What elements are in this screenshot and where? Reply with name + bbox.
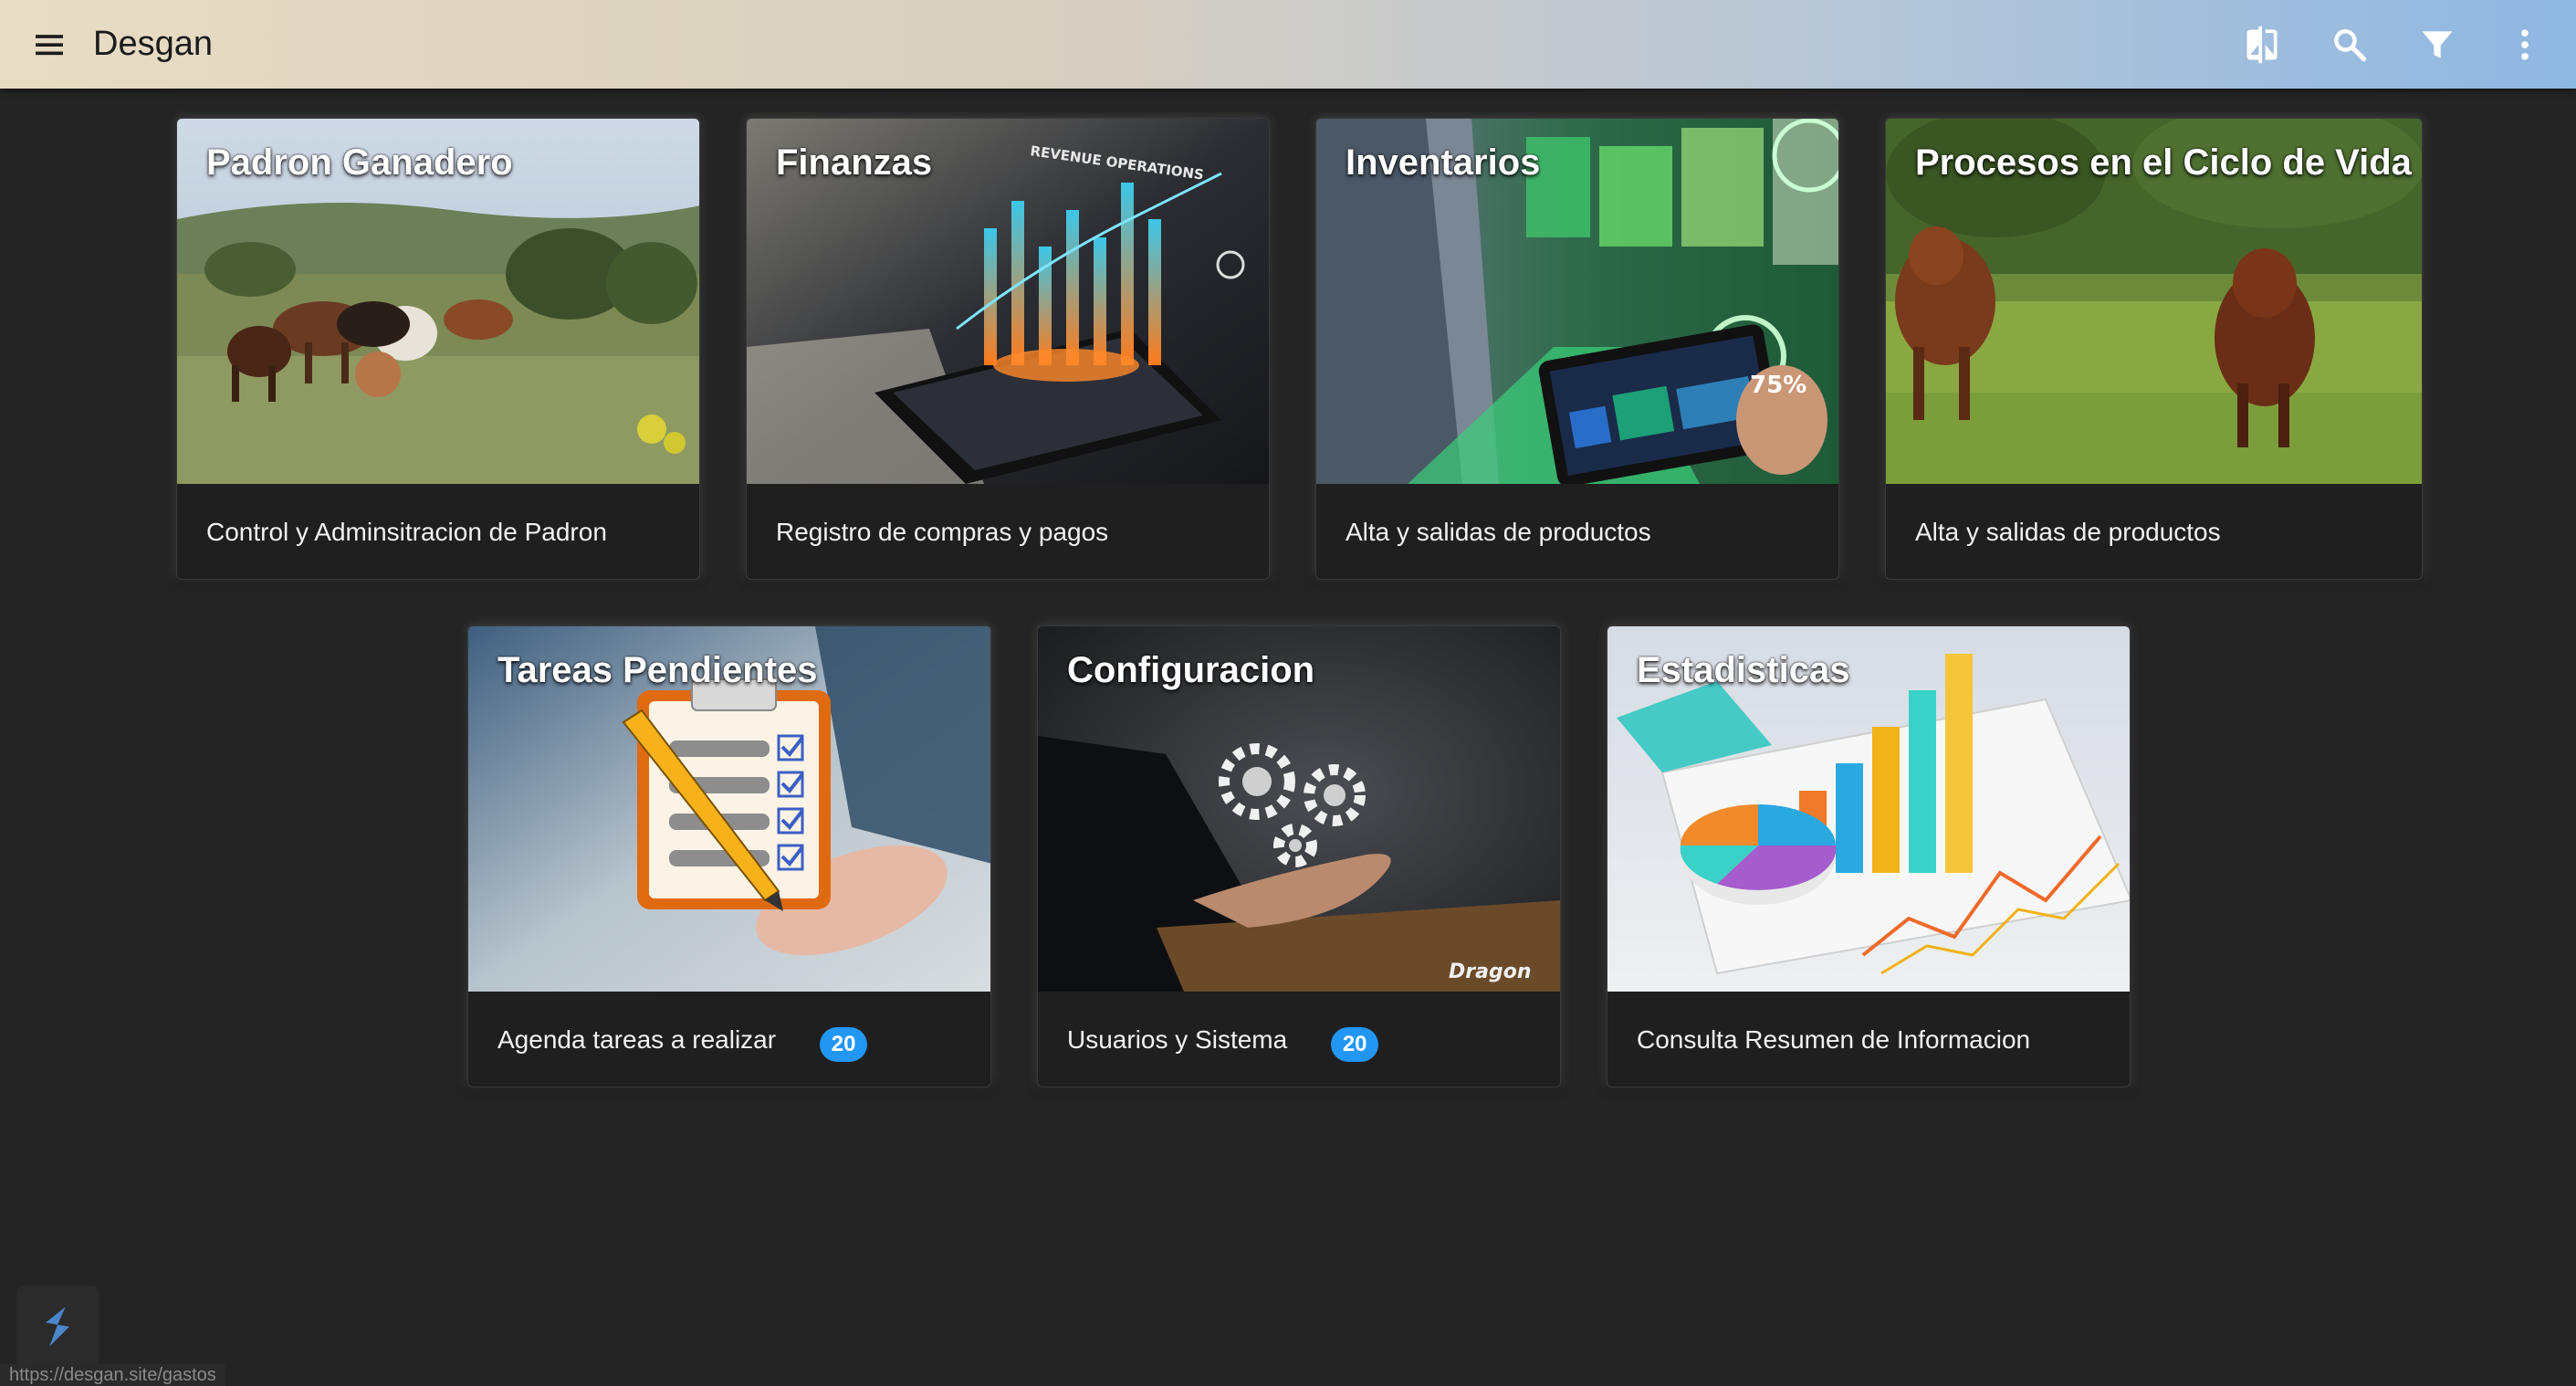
card-footer: Control y Adminsitracion de Padron — [177, 484, 699, 579]
search-icon — [2334, 28, 2367, 61]
card-image-clipboard-checklist: Tareas Pendientes — [468, 626, 990, 992]
card-subtitle: Control y Adminsitracion de Padron — [206, 518, 607, 546]
card-subtitle: Usuarios y Sistema — [1067, 1025, 1288, 1054]
filter-button[interactable] — [2393, 1, 2481, 89]
card-footer: Agenda tareas a realizar 20 — [468, 992, 990, 1087]
status-bar-url: https://desgan.site/gastos — [0, 1364, 225, 1386]
card-subtitle: Alta y salidas de productos — [1915, 518, 2221, 546]
toolbar-actions — [2218, 1, 2569, 89]
card-footer: Alta y salidas de productos — [1886, 484, 2422, 579]
inventory-image-percent-text: 75% — [1750, 372, 1806, 399]
card-title: Tareas Pendientes — [497, 650, 818, 690]
card-footer: Registro de compras y pagos — [747, 484, 1269, 579]
card-subtitle: Agenda tareas a realizar — [497, 1025, 777, 1054]
search-button[interactable] — [2306, 1, 2393, 89]
card-subtitle: Consulta Resumen de Informacion — [1637, 1025, 2031, 1054]
card-tareas-pendientes[interactable]: Tareas Pendientes Agenda tareas a realiz… — [467, 625, 991, 1087]
card-image-cattle-pasture: Padron Ganadero — [177, 119, 699, 484]
compare-icon — [2246, 26, 2278, 63]
card-inventarios[interactable]: 75% Inventarios Alta y salidas de produc… — [1315, 118, 1839, 580]
card-image-cows-field: Procesos en el Ciclo de Vida — [1886, 119, 2422, 484]
lightning-logo-icon — [46, 1307, 69, 1347]
card-image-gears-hand: Dragon Configuracion — [1038, 626, 1560, 992]
config-count-badge: 20 — [1331, 1027, 1379, 1062]
card-footer: Alta y salidas de productos — [1316, 484, 1838, 579]
menu-icon — [36, 34, 63, 55]
card-image-finance-tablet: REVENUE OPERATIONS Finanzas — [747, 119, 1269, 484]
card-finanzas[interactable]: REVENUE OPERATIONS Finanzas Registro de … — [746, 118, 1270, 580]
card-image-warehouse-tablet: 75% Inventarios — [1316, 119, 1838, 484]
menu-button[interactable] — [22, 17, 77, 72]
filter-icon — [2422, 30, 2453, 58]
config-image-watermark-text: Dragon — [1449, 961, 1531, 983]
more-vert-icon — [2521, 28, 2529, 60]
card-footer: Usuarios y Sistema 20 — [1038, 992, 1560, 1087]
more-options-button[interactable] — [2481, 1, 2569, 89]
card-estadisticas[interactable]: Estadisticas Consulta Resumen de Informa… — [1607, 625, 2131, 1087]
card-title: Finanzas — [776, 142, 933, 183]
card-configuracion[interactable]: Dragon Configuracion Usuarios y Sistema … — [1037, 625, 1561, 1087]
card-title: Estadisticas — [1637, 650, 1850, 690]
card-title: Procesos en el Ciclo de Vida — [1915, 142, 2412, 183]
tasks-count-badge: 20 — [820, 1027, 868, 1062]
card-footer: Consulta Resumen de Informacion — [1607, 992, 2130, 1087]
card-subtitle: Registro de compras y pagos — [776, 518, 1109, 546]
card-padron-ganadero[interactable]: Padron Ganadero Control y Adminsitracion… — [176, 118, 700, 580]
card-image-3d-charts: Estadisticas — [1607, 626, 2130, 992]
app-title: Desgan — [93, 25, 213, 63]
card-title: Inventarios — [1346, 142, 1541, 183]
assistant-widget-button[interactable] — [16, 1286, 99, 1368]
card-subtitle: Alta y salidas de productos — [1346, 518, 1651, 546]
card-procesos-ciclo-vida[interactable]: Procesos en el Ciclo de Vida Alta y sali… — [1885, 118, 2423, 580]
app-bar: Desgan — [0, 0, 2576, 89]
compare-button[interactable] — [2218, 1, 2306, 89]
card-title: Configuracion — [1067, 650, 1315, 690]
card-title: Padron Ganadero — [206, 142, 513, 183]
